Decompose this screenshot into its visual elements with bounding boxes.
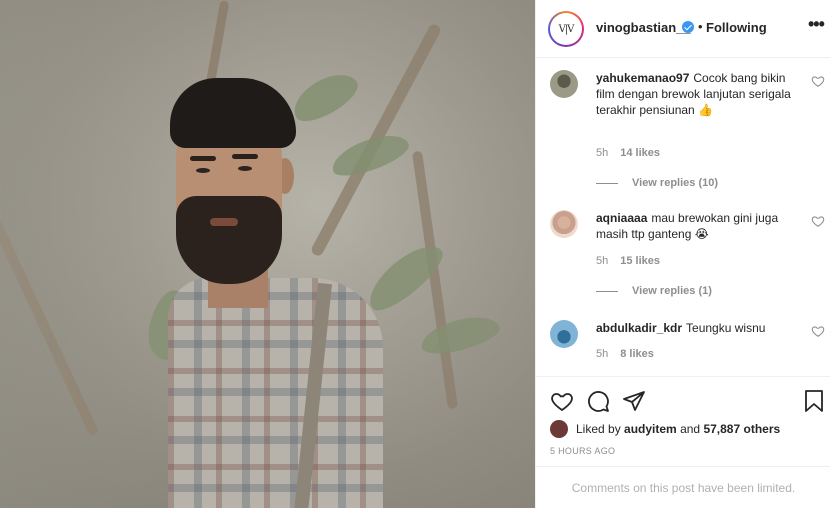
person [168, 78, 388, 508]
liked-by-prefix: Liked by [576, 422, 621, 436]
comment-heart-icon[interactable] [811, 324, 825, 338]
view-replies-label[interactable]: View replies (10) [632, 177, 718, 189]
replies-divider [596, 290, 618, 292]
share-icon[interactable] [622, 389, 646, 413]
comment-likes[interactable]: 14 likes [620, 147, 660, 159]
comment-username[interactable]: aqniaaaa [596, 211, 647, 225]
comments-list[interactable]: yahukemanao97 Cocok bang bikin film denga… [536, 58, 830, 376]
comment-username[interactable]: yahukemanao97 [596, 71, 689, 85]
mouth [210, 218, 238, 226]
author-avatar[interactable]: V|V [548, 11, 584, 47]
comment-meta: 5h 8 likes [596, 348, 654, 360]
following-button[interactable]: Following [706, 20, 767, 35]
plaid-shirt [168, 278, 383, 508]
liked-by-line: Liked by audyitem and 57,887 others [550, 420, 780, 438]
likes-count[interactable]: 57,887 others [703, 422, 780, 436]
comment-heart-icon[interactable] [811, 214, 825, 228]
eyebrow [232, 154, 258, 159]
comment-username[interactable]: abdulkadir_kdr [596, 321, 682, 335]
separator-dot: • [698, 19, 703, 34]
comment-meta: 5h 14 likes [596, 147, 660, 159]
comment-item: aqniaaaa mau brewokan gini juga masih ttp… [550, 210, 825, 300]
author-avatar-logo: V|V [550, 13, 582, 45]
comment-text: Teungku wisnu [686, 321, 766, 335]
eye [196, 168, 210, 173]
comment-age: 5h [596, 348, 609, 360]
view-replies-button[interactable]: View replies (10) [596, 177, 718, 189]
post-timestamp[interactable]: 5 HOURS AGO [550, 446, 615, 456]
comment-likes[interactable]: 15 likes [620, 255, 660, 267]
post-photo[interactable] [0, 0, 535, 508]
eye [238, 166, 252, 171]
view-replies-label[interactable]: View replies (1) [632, 285, 712, 297]
action-bar [536, 376, 830, 424]
comment-item: abdulkadir_kdr Teungku wisnu 5h 8 likes [550, 320, 825, 370]
more-options-button[interactable]: ••• [808, 14, 825, 35]
post-header: V|V vinogbastian__ • Following ••• [536, 0, 830, 58]
comment-heart-icon[interactable] [811, 74, 825, 88]
commenter-avatar[interactable] [550, 210, 578, 238]
commenter-avatar[interactable] [550, 320, 578, 348]
replies-divider [596, 182, 618, 184]
heart-icon[interactable] [550, 389, 574, 413]
hair [170, 78, 296, 148]
comment-body: abdulkadir_kdr Teungku wisnu [596, 320, 796, 336]
liked-by-joiner: and [680, 422, 701, 436]
comment-age: 5h [596, 255, 609, 267]
author-username[interactable]: vinogbastian__ [596, 20, 691, 35]
verified-badge-icon [682, 21, 694, 33]
instagram-post: V|V vinogbastian__ • Following ••• yahuk… [0, 0, 830, 508]
post-details-panel: V|V vinogbastian__ • Following ••• yahuk… [535, 0, 830, 508]
comment-body: aqniaaaa mau brewokan gini juga masih ttp… [596, 210, 796, 242]
liker-avatar[interactable] [550, 420, 568, 438]
comment-item: yahukemanao97 Cocok bang bikin film denga… [550, 70, 825, 190]
eyebrow [190, 156, 216, 161]
comment-meta: 5h 15 likes [596, 255, 660, 267]
comment-age: 5h [596, 147, 609, 159]
comment-icon[interactable] [586, 389, 610, 413]
comment-likes[interactable]: 8 likes [620, 348, 654, 360]
liked-by-user[interactable]: audyitem [624, 422, 677, 436]
comment-body: yahukemanao97 Cocok bang bikin film denga… [596, 70, 796, 118]
commenter-avatar[interactable] [550, 70, 578, 98]
comments-limited-notice: Comments on this post have been limited. [536, 466, 830, 508]
bookmark-icon[interactable] [802, 389, 826, 413]
view-replies-button[interactable]: View replies (1) [596, 285, 712, 297]
